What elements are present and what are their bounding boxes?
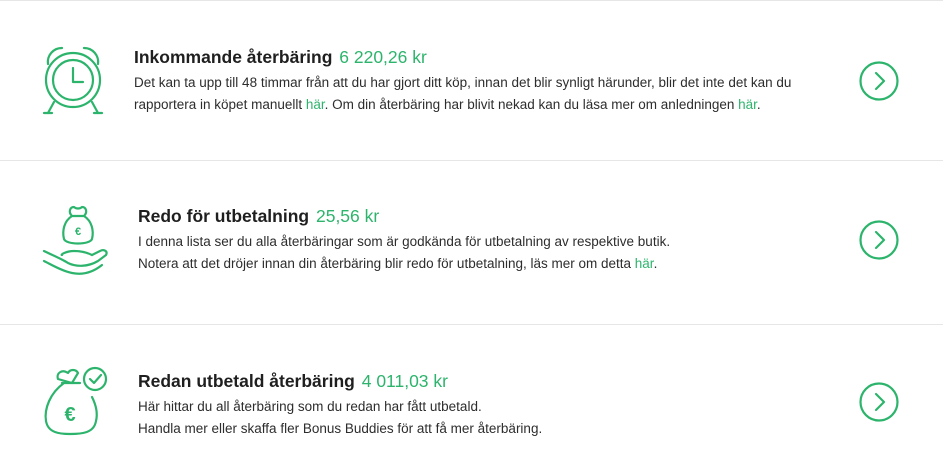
ready-for-payout-card: € Redo för utbetalning 25,56 kr I denna … — [0, 161, 943, 324]
paid-out-cashback-card: € Redan utbetald återbäring 4 011,03 kr … — [0, 325, 943, 472]
ready-for-payout-open-button[interactable] — [859, 220, 899, 260]
chevron-right-icon — [874, 230, 886, 250]
incoming-cashback-card: Inkommande återbäring 6 220,26 kr Det ka… — [0, 0, 943, 160]
svg-text:€: € — [64, 404, 75, 426]
paid-out-cashback-open-button[interactable] — [859, 382, 899, 422]
incoming-cashback-open-button[interactable] — [859, 61, 899, 101]
alarm-clock-icon — [42, 46, 104, 115]
manual-report-link[interactable]: här — [306, 97, 325, 112]
description-line-2: rapportera in köpet manuellt här. Om din… — [134, 97, 761, 112]
money-bag-hand-icon: € — [42, 205, 108, 275]
declined-reason-link[interactable]: här — [738, 97, 757, 112]
chevron-right-icon — [874, 71, 886, 91]
card-title: Redan utbetald återbäring 4 011,03 kr — [138, 371, 448, 391]
money-bag-check-icon: € — [44, 366, 108, 436]
card-description: I denna lista ser du alla återbäringar s… — [138, 231, 670, 275]
description-line-1: Det kan ta upp till 48 timmar från att d… — [134, 75, 792, 90]
svg-text:€: € — [75, 226, 81, 238]
cashback-amount: 25,56 kr — [315, 206, 380, 226]
card-description: Det kan ta upp till 48 timmar från att d… — [134, 72, 791, 116]
cashback-overview: Inkommande återbäring 6 220,26 kr Det ka… — [0, 0, 943, 472]
description-line-1: I denna lista ser du alla återbäringar s… — [138, 234, 671, 249]
description-line-2: Handla mer eller skaffa fler Bonus Buddi… — [138, 421, 543, 436]
cashback-amount: 4 011,03 kr — [361, 371, 448, 391]
cashback-amount: 6 220,26 kr — [339, 47, 427, 67]
card-title: Inkommande återbäring 6 220,26 kr — [134, 47, 427, 67]
description-line-1: Här hittar du all återbäring som du reda… — [138, 399, 482, 414]
chevron-right-icon — [874, 392, 886, 412]
payout-info-link[interactable]: här — [635, 256, 654, 271]
card-description: Här hittar du all återbäring som du reda… — [138, 396, 542, 440]
description-line-2: Notera att det dröjer innan din återbäri… — [138, 256, 658, 271]
card-title: Redo för utbetalning 25,56 kr — [138, 206, 380, 226]
